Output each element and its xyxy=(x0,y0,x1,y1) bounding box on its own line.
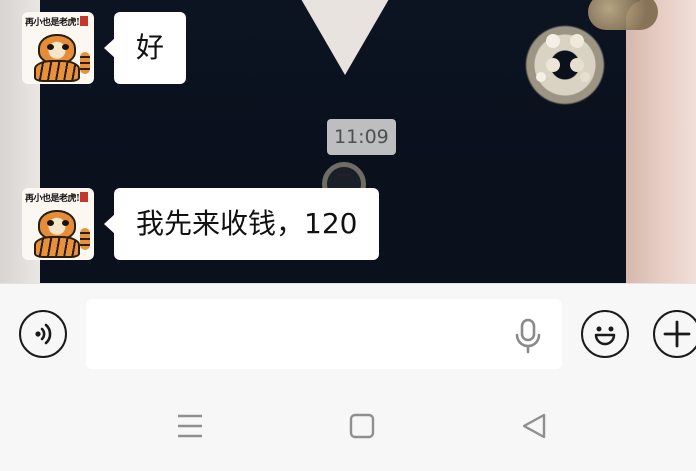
tiger-body xyxy=(34,236,80,258)
system-navigation-bar xyxy=(0,381,696,471)
wallpaper-collar xyxy=(290,0,400,75)
avatar-caption: 再小也是老虎! xyxy=(25,18,80,28)
wallpaper-arm xyxy=(626,0,696,283)
message-bubble[interactable]: 我先来收钱，120 xyxy=(103,188,380,260)
back-triangle-icon xyxy=(522,413,546,439)
wallpaper-brooch xyxy=(522,22,608,108)
avatar-caption: 再小也是老虎! xyxy=(25,194,80,204)
recent-apps-button[interactable] xyxy=(175,411,205,441)
home-button[interactable] xyxy=(347,411,377,441)
tiger-eye xyxy=(62,220,69,226)
message-row: 再小也是老虎! 好 xyxy=(22,12,187,84)
input-bar xyxy=(0,283,696,381)
tiger-eye xyxy=(47,220,54,226)
back-button[interactable] xyxy=(519,411,549,441)
message-input[interactable] xyxy=(86,299,562,369)
message-row: 再小也是老虎! 我先来收钱，120 xyxy=(22,188,380,260)
voice-icon xyxy=(35,323,52,345)
tiger-body xyxy=(34,60,80,82)
home-square-icon xyxy=(349,413,375,439)
message-timestamp: 11:09 xyxy=(327,119,396,155)
microphone-icon[interactable] xyxy=(512,318,544,354)
avatar-seal xyxy=(80,16,88,26)
tiger-tail xyxy=(80,52,90,74)
tiger-avatar[interactable]: 再小也是老虎! xyxy=(22,188,94,260)
emoji-icon xyxy=(594,326,616,346)
menu-icon xyxy=(178,414,202,438)
wallpaper-bracelet xyxy=(588,0,658,30)
tiger-eye xyxy=(62,44,69,50)
tiger-tail xyxy=(80,228,90,250)
emoji-button[interactable] xyxy=(581,310,629,358)
voice-input-button[interactable] xyxy=(19,310,67,358)
chat-area[interactable]: 再小也是老虎! 好 11:09 再小也是老虎! 我先来收钱，120 xyxy=(0,0,696,283)
tiger-avatar[interactable]: 再小也是老虎! xyxy=(22,12,94,84)
message-bubble[interactable]: 好 xyxy=(103,12,187,84)
tiger-eye xyxy=(47,44,54,50)
more-functions-button[interactable] xyxy=(653,310,696,358)
avatar-seal xyxy=(80,192,88,202)
plus-icon xyxy=(663,320,691,348)
